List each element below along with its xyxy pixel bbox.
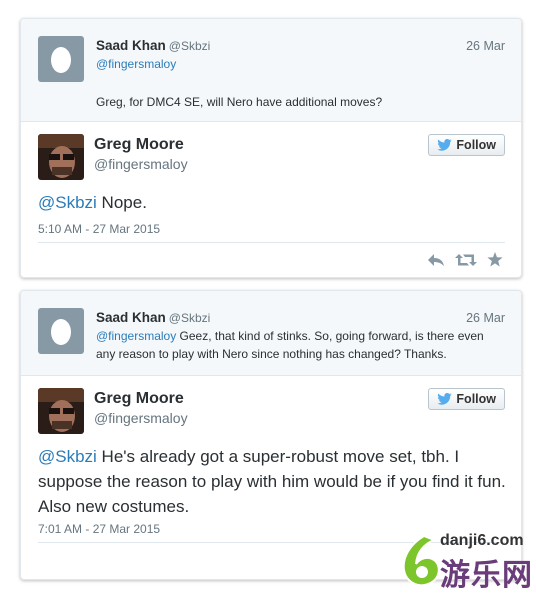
egg-icon bbox=[51, 319, 71, 345]
watermark-brand: 游乐网 bbox=[440, 558, 533, 593]
egg-icon bbox=[51, 47, 71, 73]
follow-label: Follow bbox=[456, 392, 496, 406]
parent-date[interactable]: 26 Mar bbox=[466, 39, 505, 53]
parent-date[interactable]: 26 Mar bbox=[466, 311, 505, 325]
watermark-url: danji6.com bbox=[440, 532, 524, 549]
parent-tweet-text: @fingersmaloy Geez, that kind of stinks.… bbox=[96, 327, 506, 363]
tweet-body: Nope. bbox=[96, 193, 147, 212]
twitter-bird-icon bbox=[437, 139, 453, 151]
default-avatar-egg[interactable] bbox=[38, 36, 84, 82]
parent-author[interactable]: Saad Khan @Skbzi bbox=[96, 38, 210, 53]
tweet-body: He's already got a super-robust move set… bbox=[38, 447, 506, 516]
parent-mention[interactable]: @fingersmaloy bbox=[96, 329, 176, 343]
default-avatar-egg[interactable] bbox=[38, 308, 84, 354]
avatar-photo bbox=[38, 134, 84, 180]
reply-icon[interactable] bbox=[427, 253, 445, 267]
follow-button[interactable]: Follow bbox=[428, 134, 505, 156]
divider bbox=[38, 242, 505, 243]
avatar[interactable] bbox=[38, 388, 84, 434]
tweet-timestamp[interactable]: 7:01 AM - 27 Mar 2015 bbox=[38, 522, 160, 536]
watermark: danji6.com 游乐网 bbox=[400, 530, 536, 593]
follow-button[interactable]: Follow bbox=[428, 388, 505, 410]
favorite-star-icon[interactable] bbox=[487, 252, 503, 267]
tweet-mention[interactable]: @Skbzi bbox=[38, 447, 97, 466]
avatar[interactable] bbox=[38, 134, 84, 180]
tweet-card-1: Saad Khan @Skbzi 26 Mar @fingersmaloy Gre… bbox=[20, 18, 522, 278]
retweet-icon[interactable] bbox=[455, 253, 477, 267]
parent-author-handle[interactable]: @Skbzi bbox=[169, 39, 211, 53]
parent-author[interactable]: Saad Khan @Skbzi bbox=[96, 310, 210, 325]
reply-to-mention[interactable]: @fingersmaloy bbox=[96, 57, 176, 71]
tweet-mention[interactable]: @Skbzi bbox=[38, 193, 97, 212]
parent-author-handle[interactable]: @Skbzi bbox=[169, 311, 211, 325]
parent-tweet: Saad Khan @Skbzi 26 Mar @fingersmaloy Gee… bbox=[21, 291, 521, 376]
parent-tweet-text: Greg, for DMC4 SE, will Nero have additi… bbox=[96, 95, 383, 109]
author-handle[interactable]: @fingersmaloy bbox=[94, 156, 188, 172]
parent-author-name[interactable]: Saad Khan bbox=[96, 310, 166, 325]
tweet-timestamp[interactable]: 5:10 AM - 27 Mar 2015 bbox=[38, 222, 160, 236]
tweet-text: @Skbzi He's already got a super-robust m… bbox=[38, 444, 508, 519]
parent-author-name[interactable]: Saad Khan bbox=[96, 38, 166, 53]
tweet-actions bbox=[427, 252, 503, 267]
parent-tweet: Saad Khan @Skbzi 26 Mar @fingersmaloy Gre… bbox=[21, 19, 521, 122]
author-name[interactable]: Greg Moore bbox=[94, 390, 184, 408]
avatar-photo bbox=[38, 388, 84, 434]
watermark-logo-icon bbox=[402, 534, 440, 587]
follow-label: Follow bbox=[456, 138, 496, 152]
twitter-bird-icon bbox=[437, 393, 453, 405]
tweet-text: @Skbzi Nope. bbox=[38, 190, 508, 215]
author-name[interactable]: Greg Moore bbox=[94, 136, 184, 154]
author-handle[interactable]: @fingersmaloy bbox=[94, 410, 188, 426]
